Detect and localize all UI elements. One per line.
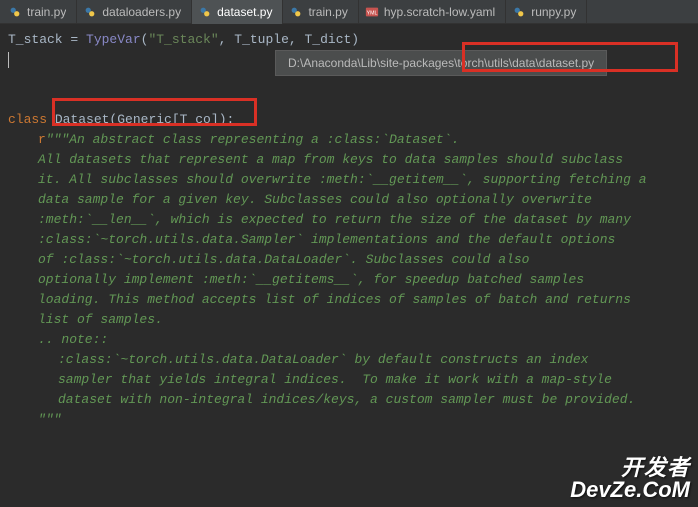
tooltip-text: D:\Anaconda\Lib\site-packages\torch\util…: [288, 56, 594, 70]
tab-hyp-yaml[interactable]: YML hyp.scratch-low.yaml: [359, 0, 506, 24]
code-line: T_stack = TypeVar("T_stack", T_tuple, T_…: [8, 30, 698, 50]
python-file-icon: [8, 5, 22, 19]
tab-label: dataset.py: [217, 5, 272, 19]
tab-runpy[interactable]: runpy.py: [506, 0, 587, 24]
docstring-line: data sample for a given key. Subclasses …: [8, 190, 698, 210]
class-declaration: class Dataset(Generic[T_co]):: [8, 110, 698, 130]
python-file-icon: [83, 5, 97, 19]
tab-train2[interactable]: train.py: [283, 0, 358, 24]
editor-tabs: train.py dataloaders.py dataset.py train…: [0, 0, 698, 24]
python-file-icon: [512, 5, 526, 19]
tab-label: train.py: [308, 5, 347, 19]
docstring-line: r"""An abstract class representing a :cl…: [8, 130, 698, 150]
docstring-line: :class:`~torch.utils.data.DataLoader` by…: [8, 350, 698, 370]
watermark: 开发者 DevZe.CoM: [570, 457, 690, 501]
docstring-line: list of samples.: [8, 310, 698, 330]
docstring-line: sampler that yields integral indices. To…: [8, 370, 698, 390]
code-editor[interactable]: T_stack = TypeVar("T_stack", T_tuple, T_…: [0, 24, 698, 430]
text-caret: [8, 52, 9, 68]
docstring-line: :meth:`__len__`, which is expected to re…: [8, 210, 698, 230]
tab-label: hyp.scratch-low.yaml: [384, 5, 495, 19]
watermark-top: 开发者: [570, 457, 690, 479]
tab-dataset[interactable]: dataset.py: [192, 0, 283, 24]
docstring-line: it. All subclasses should overwrite :met…: [8, 170, 698, 190]
python-file-icon: [198, 5, 212, 19]
watermark-bottom: DevZe.CoM: [570, 479, 690, 501]
docstring-line: dataset with non-integral indices/keys, …: [8, 390, 698, 410]
yaml-file-icon: YML: [365, 5, 379, 19]
tab-label: dataloaders.py: [102, 5, 181, 19]
svg-text:YML: YML: [366, 10, 377, 16]
docstring-line: :class:`~torch.utils.data.Sampler` imple…: [8, 230, 698, 250]
tab-train-partial[interactable]: train.py: [2, 0, 77, 24]
tab-dataloaders[interactable]: dataloaders.py: [77, 0, 192, 24]
python-file-icon: [289, 5, 303, 19]
tab-label: runpy.py: [531, 5, 576, 19]
file-path-tooltip: D:\Anaconda\Lib\site-packages\torch\util…: [275, 50, 607, 76]
docstring-line: loading. This method accepts list of ind…: [8, 290, 698, 310]
docstring-line: of :class:`~torch.utils.data.DataLoader`…: [8, 250, 698, 270]
docstring-line: optionally implement :meth:`__getitems__…: [8, 270, 698, 290]
docstring-close: """: [8, 410, 698, 430]
docstring-line: .. note::: [8, 330, 698, 350]
tab-label: train.py: [27, 5, 66, 19]
docstring-line: All datasets that represent a map from k…: [8, 150, 698, 170]
